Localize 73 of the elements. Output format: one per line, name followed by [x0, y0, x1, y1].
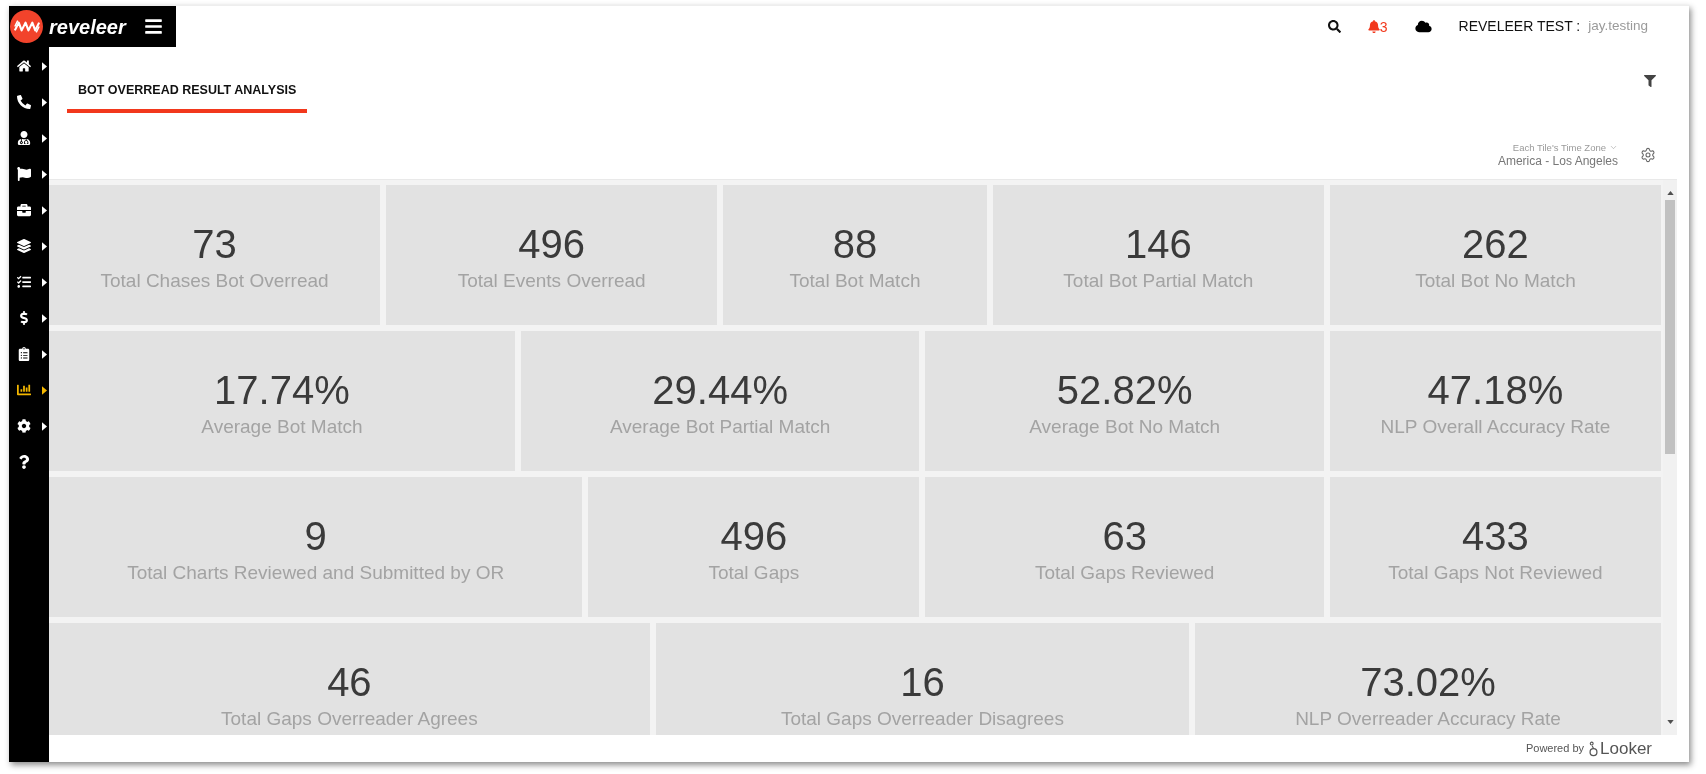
metric-value: 9: [304, 516, 327, 556]
settings-icon[interactable]: [17, 419, 31, 433]
cloud-icon[interactable]: [1414, 20, 1432, 33]
metric-label: Average Bot Partial Match: [609, 417, 831, 437]
caret-icon[interactable]: [42, 313, 47, 323]
bar-chart-icon[interactable]: [17, 383, 31, 397]
layers-icon[interactable]: [17, 239, 31, 253]
metric-label: Total Gaps Not Reviewed: [1388, 563, 1603, 583]
metric-value: 47.18%: [1427, 370, 1564, 410]
filter-icon[interactable]: [1644, 75, 1656, 87]
caret-icon[interactable]: [42, 133, 47, 143]
metric-value: 262: [1462, 224, 1529, 264]
metric-label: Total Gaps: [708, 563, 800, 583]
metric-label: Total Gaps Reviewed: [1034, 563, 1215, 583]
timezone-dropdown[interactable]: Each Tile's Time Zone America - Los Angeles: [1497, 143, 1618, 167]
checklist-icon[interactable]: [17, 275, 31, 289]
metric-label: Total Bot Match: [789, 271, 921, 291]
brand-name: reveleer: [49, 16, 126, 37]
metric-label: Total Bot Partial Match: [1063, 271, 1254, 291]
phone-icon[interactable]: [17, 95, 31, 109]
help-icon[interactable]: [17, 455, 31, 469]
metric-label: Average Bot No Match: [1029, 417, 1221, 437]
flag-icon[interactable]: [17, 167, 31, 181]
metric-label: NLP Overreader Accuracy Rate: [1295, 709, 1561, 729]
metric-label: Total Charts Reviewed and Submitted by OR: [127, 563, 505, 583]
metric-value: 17.74%: [214, 370, 350, 410]
metric-value: 73: [192, 224, 237, 264]
notifications-button[interactable]: 3: [1367, 19, 1388, 34]
metric-value: 146: [1125, 224, 1192, 264]
search-icon[interactable]: [1327, 20, 1341, 33]
dashboard-tab[interactable]: BOT OVERREAD RESULT ANALYSIS: [67, 64, 308, 113]
caret-icon[interactable]: [42, 61, 47, 71]
metric-value: 73.02%: [1360, 662, 1496, 702]
metric-label: Total Events Overread: [457, 271, 646, 291]
caret-icon[interactable]: [42, 421, 47, 431]
metric-value: 46: [327, 662, 372, 702]
metric-value: 88: [832, 224, 878, 264]
metric-value: 63: [1102, 516, 1147, 556]
metric-label: Average Bot Match: [201, 417, 363, 437]
caret-icon[interactable]: [42, 241, 47, 251]
caret-icon[interactable]: [42, 277, 47, 287]
briefcase-icon[interactable]: [17, 203, 31, 217]
caret-icon[interactable]: [42, 169, 47, 179]
caret-icon[interactable]: [42, 205, 47, 215]
dollar-icon[interactable]: [17, 311, 31, 325]
metric-value: 496: [518, 224, 585, 264]
looker-brand: Looker: [1600, 740, 1652, 757]
caret-icon[interactable]: [42, 97, 47, 107]
scrollbar-thumb[interactable]: [1665, 200, 1675, 454]
metric-label: NLP Overall Accuracy Rate: [1380, 417, 1611, 437]
user-name[interactable]: jay.testing: [1588, 16, 1648, 37]
logo-icon: [10, 10, 43, 43]
metric-label: Total Bot No Match: [1415, 271, 1576, 291]
metric-value: 433: [1462, 516, 1529, 556]
home-icon[interactable]: [17, 59, 31, 73]
metric-value: 29.44%: [652, 370, 788, 410]
looker-logo-icon: [1589, 740, 1598, 757]
clipboard-icon[interactable]: [17, 347, 31, 361]
scroll-up-icon[interactable]: [1666, 191, 1674, 195]
scroll-down-icon[interactable]: [1666, 720, 1674, 724]
caret-icon[interactable]: [42, 349, 47, 359]
bell-icon: [1367, 20, 1380, 33]
metric-label: Total Gaps Overreader Agrees: [221, 709, 478, 729]
metric-label: Total Chases Bot Overread: [100, 271, 329, 291]
powered-by-text: Powered by: [1525, 741, 1584, 757]
menu-icon[interactable]: [142, 17, 164, 36]
metric-value: 16: [900, 662, 945, 702]
account-name: REVELEER TEST :: [1458, 17, 1581, 36]
caret-icon[interactable]: [42, 385, 47, 395]
metric-label: Total Gaps Overreader Disagrees: [780, 709, 1064, 729]
person-icon[interactable]: [17, 131, 31, 145]
metric-value: 52.82%: [1056, 370, 1193, 410]
metric-value: 496: [720, 516, 788, 556]
